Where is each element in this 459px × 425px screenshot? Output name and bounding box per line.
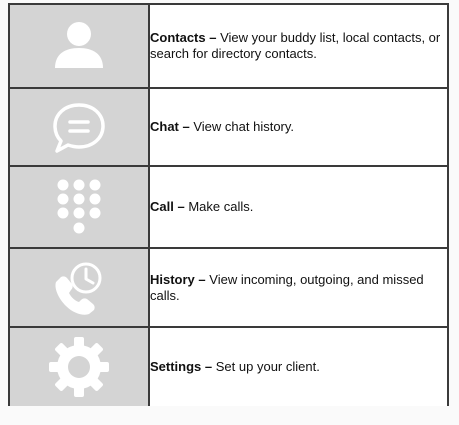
history-phone-clock-icon bbox=[48, 258, 110, 318]
feature-row-call: Call – Make calls. bbox=[9, 166, 448, 249]
icon-cell bbox=[9, 327, 150, 406]
document-page: Contacts – View your buddy list, local c… bbox=[0, 0, 459, 425]
feature-name: History – bbox=[150, 271, 210, 287]
icon-cell bbox=[9, 4, 150, 89]
feature-row-chat: Chat – View chat history. bbox=[9, 88, 448, 167]
feature-name: Contacts – bbox=[150, 30, 221, 45]
feature-text: History – View incoming, outgoing, and m… bbox=[149, 248, 448, 328]
feature-text: Contacts – View your buddy list, local c… bbox=[149, 4, 448, 89]
feature-text: Chat – View chat history. bbox=[149, 88, 448, 167]
feature-row-contacts: Contacts – View your buddy list, local c… bbox=[9, 4, 448, 89]
feature-description: Make calls. bbox=[188, 199, 254, 214]
feature-description: Set up your client. bbox=[215, 359, 320, 374]
icon-cell bbox=[9, 248, 150, 328]
feature-table: Contacts – View your buddy list, local c… bbox=[8, 3, 449, 406]
icon-cell bbox=[9, 166, 150, 249]
feature-name: Settings – bbox=[150, 359, 216, 374]
feature-row-history: History – View incoming, outgoing, and m… bbox=[9, 248, 448, 328]
icon-cell bbox=[9, 88, 150, 167]
chat-bubble-icon bbox=[49, 99, 109, 155]
feature-text: Call – Make calls. bbox=[149, 166, 448, 249]
feature-text: Settings – Set up your client. bbox=[149, 327, 448, 406]
feature-row-settings: Settings – Set up your client. bbox=[9, 327, 448, 406]
settings-gear-icon bbox=[47, 335, 111, 399]
dialpad-icon bbox=[55, 177, 103, 237]
contacts-person-icon bbox=[49, 16, 109, 76]
feature-description: View chat history. bbox=[193, 119, 295, 134]
feature-name: Call – bbox=[150, 199, 189, 214]
feature-name: Chat – bbox=[150, 119, 194, 134]
